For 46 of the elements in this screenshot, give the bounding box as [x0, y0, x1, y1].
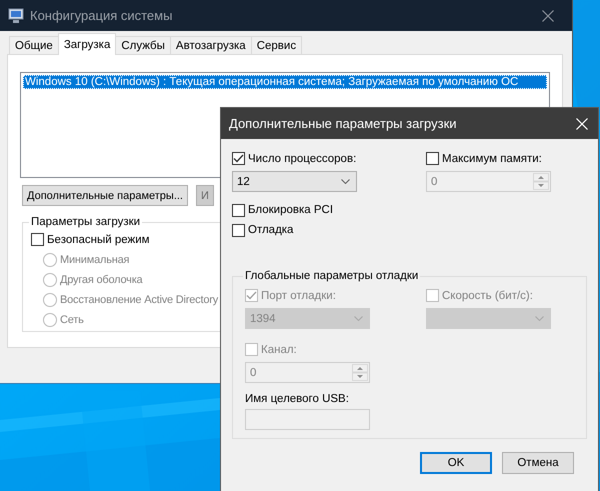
checkbox-label: Максимум памяти: [442, 152, 542, 164]
radio-label: Сеть [60, 314, 84, 326]
list-item[interactable]: Windows 10 (C:\Windows) : Текущая операционная система; Загружаемая по умолчанию ОС [23, 75, 547, 89]
checkbox-label: Число процессоров: [248, 152, 356, 164]
checkbox-label: Отладка [248, 224, 294, 236]
chevron-down-icon [341, 179, 350, 184]
monitor-icon [8, 8, 24, 24]
tab[interactable]: Сервис [250, 36, 302, 55]
checkbox-label: Скорость (бит/с): [442, 290, 533, 302]
checkbox-label: Порт отладки: [261, 290, 336, 302]
checkbox[interactable] [31, 233, 44, 246]
group-title: Глобальные параметры отладки [244, 270, 420, 282]
chevron-down-icon [535, 316, 544, 321]
radio-button[interactable] [43, 253, 57, 267]
group-title: Параметры загрузки [30, 216, 142, 228]
dialog-title: Дополнительные параметры загрузки [229, 116, 457, 131]
radio-label: Минимальная [60, 254, 130, 266]
chevron-down-icon [354, 316, 363, 321]
close-icon [576, 118, 588, 130]
checkbox[interactable] [426, 289, 439, 302]
checkbox-label: Безопасный режим [47, 234, 150, 246]
window-title: Конфигурация системы [30, 8, 172, 23]
tab[interactable]: Загрузка [58, 33, 116, 55]
checkbox[interactable] [245, 343, 258, 356]
field-label: Имя целевого USB: [245, 393, 350, 407]
radio-label: Другая оболочка [60, 274, 142, 286]
dialog-button[interactable]: OK [420, 452, 492, 474]
tab[interactable]: Общие [9, 36, 59, 55]
checkbox[interactable] [245, 289, 258, 302]
dialog-button[interactable]: Отмена [502, 452, 574, 474]
checkbox[interactable] [232, 152, 245, 165]
checkbox-label: Канал: [261, 344, 297, 356]
push-button[interactable]: Дополнительные параметры... [22, 185, 188, 206]
radio-button[interactable] [43, 313, 57, 327]
checkbox-label: Блокировка PCI [248, 204, 334, 216]
radio-button[interactable] [43, 273, 57, 287]
checkbox[interactable] [426, 152, 439, 165]
processor-dropdown[interactable]: 12 [232, 171, 357, 192]
spin-arrows-icon[interactable] [533, 173, 549, 190]
spin-arrows-icon[interactable] [352, 364, 368, 381]
checkbox[interactable] [232, 204, 245, 216]
radio-label: Восстановление Active Directory [60, 294, 218, 306]
radio-button[interactable] [43, 293, 57, 307]
checkbox[interactable] [232, 224, 245, 236]
input-field[interactable] [245, 409, 370, 430]
close-icon [542, 10, 554, 22]
